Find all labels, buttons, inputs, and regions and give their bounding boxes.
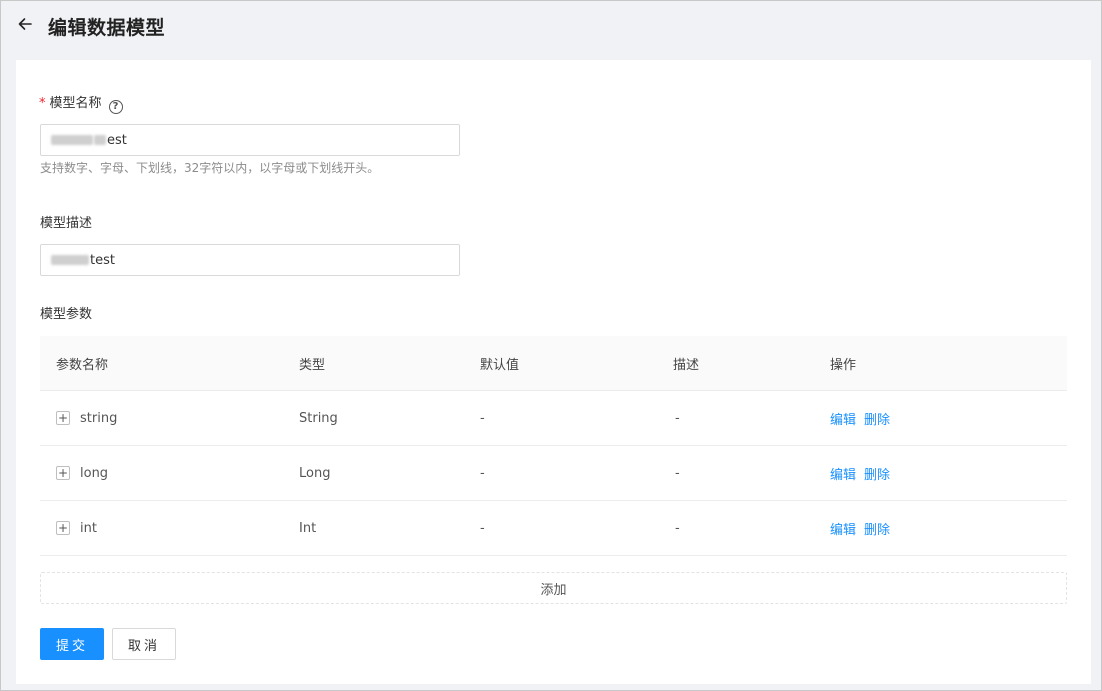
delete-link[interactable]: 删除 [864, 409, 890, 428]
model-desc-input[interactable]: test [40, 244, 460, 276]
column-header: 操作 [830, 357, 857, 373]
param-desc: - [675, 520, 680, 536]
param-name: string [80, 410, 118, 426]
param-type: Long [299, 465, 331, 481]
param-default: - [480, 520, 485, 536]
param-name: long [80, 465, 109, 481]
page-title: 编辑数据模型 [48, 17, 166, 39]
cancel-button[interactable]: 取消 [112, 628, 176, 660]
param-desc: - [675, 465, 680, 481]
expand-row-button[interactable]: + [56, 521, 70, 535]
model-name-hint: 支持数字、字母、下划线，32字符以内，以字母或下划线开头。 [40, 161, 380, 175]
table-row: + int Int - - 编辑 删除 [40, 501, 1067, 556]
table-row: + long Long - - 编辑 删除 [40, 446, 1067, 501]
column-header: 描述 [673, 357, 700, 373]
expand-row-button[interactable]: + [56, 411, 70, 425]
model-desc-label: 模型描述 [40, 216, 93, 231]
arrow-left-icon [18, 18, 32, 30]
page-header: 编辑数据模型 [1, 1, 1101, 51]
delete-link[interactable]: 删除 [864, 519, 890, 538]
add-param-button[interactable]: 添加 [40, 572, 1067, 604]
model-params-label: 模型参数 [40, 307, 93, 322]
required-mark: * [39, 96, 46, 111]
column-header: 类型 [299, 357, 326, 373]
redacted-text [51, 135, 93, 145]
edit-link[interactable]: 编辑 [830, 464, 856, 483]
redacted-text [51, 255, 89, 265]
param-type: String [299, 410, 338, 426]
params-table: 参数名称 类型 默认值 描述 操作 + string String - - 编辑删… [40, 336, 1067, 556]
question-circle-icon[interactable]: ? [108, 99, 123, 114]
edit-link[interactable]: 编辑 [830, 409, 856, 428]
delete-link[interactable]: 删除 [864, 464, 890, 483]
param-type: Int [299, 520, 317, 536]
param-name: int [80, 520, 97, 536]
param-default: - [480, 465, 485, 481]
app-frame: 编辑数据模型 * 模型名称? est 支持数字、字母、下划线，32字符以内，以字母… [0, 0, 1102, 691]
model-name-label: * 模型名称? [39, 92, 123, 114]
submit-button[interactable]: 提交 [40, 628, 104, 660]
param-desc: - [675, 410, 680, 426]
param-default: - [480, 410, 485, 426]
edit-link[interactable]: 编辑 [830, 519, 856, 538]
back-button[interactable] [15, 14, 35, 34]
table-header: 参数名称 类型 默认值 描述 操作 [40, 336, 1067, 391]
model-name-input[interactable]: est [40, 124, 460, 156]
expand-row-button[interactable]: + [56, 466, 70, 480]
table-row: + string String - - 编辑 删除 [40, 391, 1067, 446]
column-header: 参数名称 [56, 357, 109, 373]
column-header: 默认值 [480, 357, 520, 373]
form-card: * 模型名称? est 支持数字、字母、下划线，32字符以内，以字母或下划线开头。… [16, 60, 1091, 684]
